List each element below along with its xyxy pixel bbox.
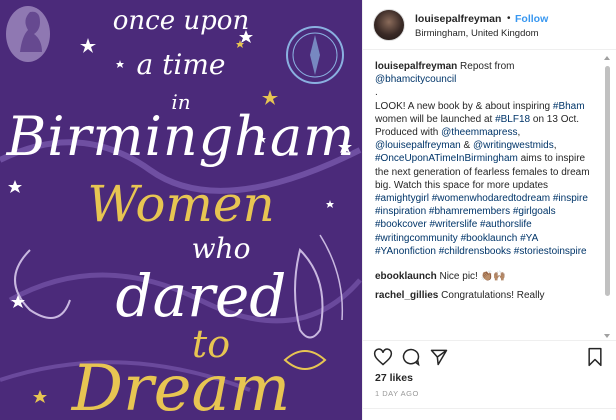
mention-bhamcitycouncil[interactable]: @bhamcitycouncil	[375, 74, 456, 85]
caption-repost-text: Repost from	[460, 61, 515, 72]
caption-body-1: LOOK! A new book by & about inspiring	[375, 100, 551, 112]
hashtag-blf18[interactable]: #BLF18	[495, 114, 530, 125]
comment-author-link[interactable]: ebooklaunch	[375, 271, 437, 282]
hashtag-onceuponatimeinbirmingham[interactable]: #OnceUponATimeInBirmingham	[375, 153, 518, 164]
post-timestamp[interactable]: 1 DAY AGO	[375, 389, 419, 398]
cover-text-dared: dared	[115, 262, 287, 330]
mention-writingwestmids[interactable]: @writingwestmids	[473, 140, 554, 151]
cover-text-a-time: a time	[136, 48, 226, 81]
cover-text-who: who	[191, 232, 251, 265]
divider	[363, 408, 616, 409]
caption-body-3: on 13 Oct.	[532, 113, 580, 125]
caption-author-link[interactable]: louisepalfreyman	[375, 61, 457, 72]
header-separator-dot: •	[507, 13, 511, 24]
cover-text-birmingham: Birmingham	[6, 105, 356, 168]
follow-button[interactable]: Follow	[515, 13, 548, 25]
comment-icon[interactable]	[401, 347, 421, 367]
likes-count[interactable]: 27 likes	[375, 372, 413, 384]
avatar[interactable]	[373, 9, 405, 41]
scroll-up-arrow-icon[interactable]	[604, 56, 610, 60]
post-header: louisepalfreyman • Follow Birmingham, Un…	[363, 0, 616, 50]
comment-item: ebooklaunch Nice pic! 👏🏽🙌🏽	[375, 270, 601, 283]
comment-item: rachel_gillies Congratulations! Really	[375, 289, 601, 302]
comment-author-link[interactable]: rachel_gillies	[375, 290, 438, 301]
share-icon[interactable]	[429, 347, 449, 367]
bookmark-icon[interactable]	[585, 347, 605, 367]
heart-icon[interactable]	[373, 347, 393, 367]
post-sidebar: louisepalfreyman • Follow Birmingham, Un…	[362, 0, 616, 420]
hashtag-list[interactable]: #amightygirl #womenwhodaredtodream #insp…	[375, 193, 588, 257]
caption-body-4: Produced with	[375, 127, 439, 139]
caption-amp: &	[463, 140, 471, 152]
location-link[interactable]: Birmingham, United Kingdom	[415, 28, 539, 39]
scroll-thumb[interactable]	[605, 66, 610, 296]
hashtag-bham[interactable]: #Bham	[553, 101, 585, 112]
caption-dot: .	[375, 87, 378, 99]
comment-text: Nice pic! 👏🏽🙌🏽	[439, 271, 506, 283]
mention-louisepalfreyman[interactable]: @louisepalfreyman	[375, 140, 461, 151]
cover-text-women: Women	[87, 175, 275, 233]
comments-list[interactable]: louisepalfreyman Repost from @bhamcityco…	[375, 60, 601, 338]
post-image[interactable]: once upon a time in Birmingham Women who…	[0, 0, 362, 420]
comment-text: Congratulations! Really	[441, 290, 545, 302]
header-username-link[interactable]: louisepalfreyman	[415, 13, 501, 25]
scroll-down-arrow-icon[interactable]	[604, 334, 610, 338]
caption-body-2: women will be launched at	[375, 113, 493, 125]
mention-theemmapress[interactable]: @theemmapress	[441, 127, 517, 138]
caption: louisepalfreyman Repost from @bhamcityco…	[375, 61, 590, 257]
cover-text-once: once upon	[112, 6, 250, 36]
cover-text-dream: Dream	[71, 352, 291, 420]
action-bar	[363, 340, 616, 370]
comments-scrollbar[interactable]	[603, 56, 611, 338]
